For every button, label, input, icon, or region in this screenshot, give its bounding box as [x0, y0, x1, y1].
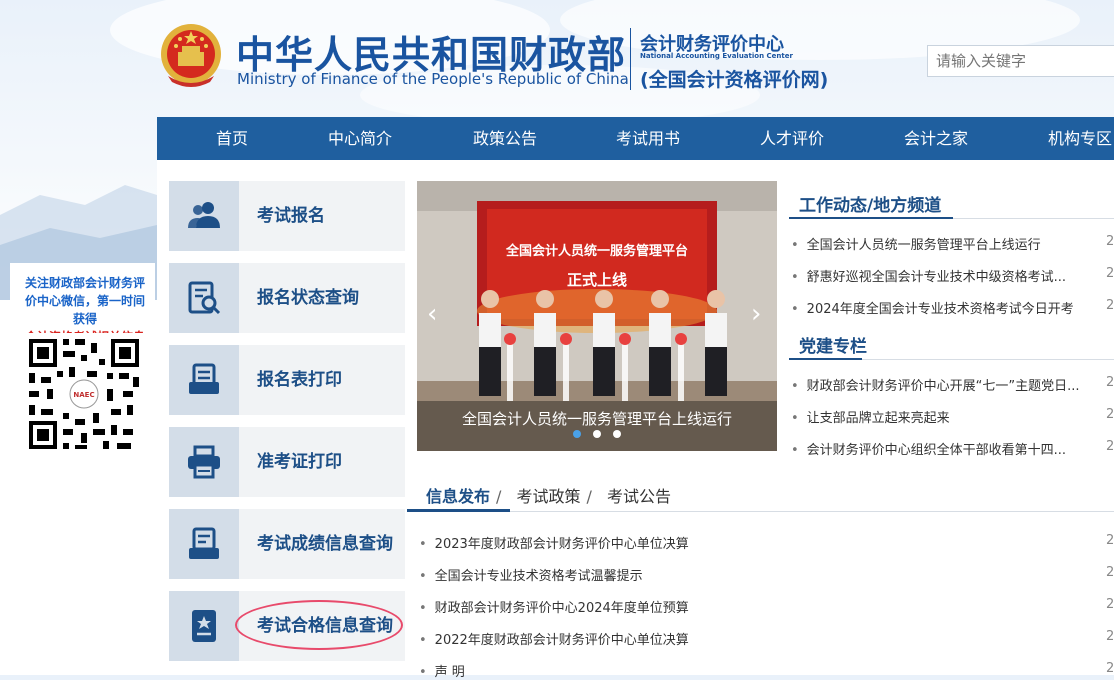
news-date: 2 [1106, 533, 1114, 548]
qr-code-icon[interactable]: NAEC [23, 333, 145, 455]
section-title-underline [789, 217, 953, 219]
service-label: 报名表打印 [257, 370, 342, 390]
nav-item-books[interactable]: 考试用书 [616, 117, 680, 160]
carousel-next-icon[interactable]: › [751, 301, 761, 327]
service-icon-box [169, 345, 239, 415]
nav-item-talent[interactable]: 人才评价 [760, 117, 824, 160]
nav-item-policy[interactable]: 政策公告 [473, 117, 537, 160]
national-emblem-icon [161, 24, 221, 87]
qr-logo-text: NAEC [73, 391, 94, 399]
news-date: 2 [1106, 407, 1114, 422]
news-item[interactable]: 让支部品牌立起来亮起来 [791, 407, 1091, 426]
printer-icon [188, 445, 220, 479]
active-tab-underline [407, 509, 510, 512]
news-date: 2 [1106, 266, 1114, 281]
header-divider [630, 28, 631, 90]
news-date: 2 [1106, 661, 1114, 676]
news-date: 2 [1106, 439, 1114, 454]
carousel-dot[interactable] [593, 429, 601, 438]
service-label: 考试报名 [257, 206, 325, 226]
section-title-party[interactable]: 党建专栏 [799, 332, 867, 357]
ministry-title-en: Ministry of Finance of the People's Repu… [237, 70, 629, 88]
certificate-icon [192, 610, 216, 642]
info-item[interactable]: 财政部会计财务评价中心2024年度单位预算 [419, 597, 1059, 616]
nav-item-home[interactable]: 首页 [216, 117, 248, 160]
info-item[interactable]: 2023年度财政部会计财务评价中心单位决算 [419, 533, 1059, 552]
news-date: 2 [1106, 375, 1114, 390]
service-icon-box [169, 263, 239, 333]
service-form-print[interactable]: 报名表打印 [169, 345, 405, 415]
tab-separator: / [496, 487, 502, 506]
info-item[interactable]: 声 明 [419, 661, 1059, 680]
tabs-divider [417, 511, 1114, 512]
main-nav: 首页 中心简介 政策公告 考试用书 人才评价 会计之家 机构专区 [157, 117, 1114, 160]
news-date: 2 [1106, 565, 1114, 580]
highlight-circle [235, 600, 403, 650]
document-search-icon [188, 281, 221, 315]
news-item[interactable]: 舒惠好巡视全国会计专业技术中级资格考试... [791, 266, 1091, 285]
news-item[interactable]: 2024年度全国会计专业技术资格考试今日开考 [791, 298, 1091, 317]
news-item[interactable]: 会计财务评价中心组织全体干部收看第十四... [791, 439, 1091, 458]
info-item[interactable]: 全国会计专业技术资格考试温馨提示 [419, 565, 1059, 584]
service-icon-box [169, 181, 239, 251]
service-label: 准考证打印 [257, 452, 342, 472]
site-name: (全国会计资格评价网) [640, 69, 829, 91]
score-report-icon [189, 527, 219, 559]
search-input[interactable] [927, 45, 1114, 77]
nav-item-institutions[interactable]: 机构专区 [1048, 117, 1112, 160]
tab-info-release[interactable]: 信息发布 [426, 487, 490, 506]
tab-exam-notice[interactable]: 考试公告 [607, 487, 671, 506]
section-title-work-news[interactable]: 工作动态/地方频道 [799, 191, 941, 216]
service-icon-box [169, 509, 239, 579]
service-icon-box [169, 591, 239, 661]
tab-exam-policy[interactable]: 考试政策 [517, 487, 581, 506]
nav-item-home-of-accounting[interactable]: 会计之家 [904, 117, 968, 160]
news-carousel[interactable]: 全国会计人员统一服务管理平台 正式上线 全国会计人员统一服务管理平台上线运行 ‹… [417, 181, 777, 451]
service-score-query[interactable]: 考试成绩信息查询 [169, 509, 405, 579]
service-admission-ticket-print[interactable]: 准考证打印 [169, 427, 405, 497]
tab-separator: / [586, 487, 592, 506]
carousel-dot[interactable] [573, 429, 581, 438]
news-date: 2 [1106, 234, 1114, 249]
info-tabs: 信息发布 / 考试政策 / 考试公告 [426, 483, 671, 507]
carousel-dot[interactable] [613, 429, 621, 438]
wechat-qr-panel: 关注财政部会计财务评价中心微信，第一时间获得 会计资格考试相关信息 NAEC [10, 263, 155, 673]
news-date: 2 [1106, 298, 1114, 313]
screen-subtitle: 正式上线 [567, 271, 627, 289]
service-label: 报名状态查询 [257, 288, 359, 308]
nav-item-about[interactable]: 中心简介 [328, 117, 392, 160]
service-registration-status[interactable]: 报名状态查询 [169, 263, 405, 333]
news-item[interactable]: 全国会计人员统一服务管理平台上线运行 [791, 234, 1091, 253]
carousel-dots [417, 423, 777, 442]
service-exam-registration[interactable]: 考试报名 [169, 181, 405, 251]
info-item[interactable]: 2022年度财政部会计财务评价中心单位决算 [419, 629, 1059, 648]
service-icon-box [169, 427, 239, 497]
section-title-underline [789, 358, 862, 360]
center-name-en: National Accounting Evaluation Center [640, 52, 793, 60]
news-item[interactable]: 财政部会计财务评价中心开展“七一”主题党日... [791, 375, 1091, 394]
news-date: 2 [1106, 597, 1114, 612]
news-date: 2 [1106, 629, 1114, 644]
screen-title: 全国会计人员统一服务管理平台 [505, 243, 688, 259]
users-icon [188, 202, 220, 228]
service-label: 考试成绩信息查询 [257, 534, 393, 554]
carousel-prev-icon[interactable]: ‹ [427, 301, 437, 327]
form-print-icon [189, 363, 219, 394]
